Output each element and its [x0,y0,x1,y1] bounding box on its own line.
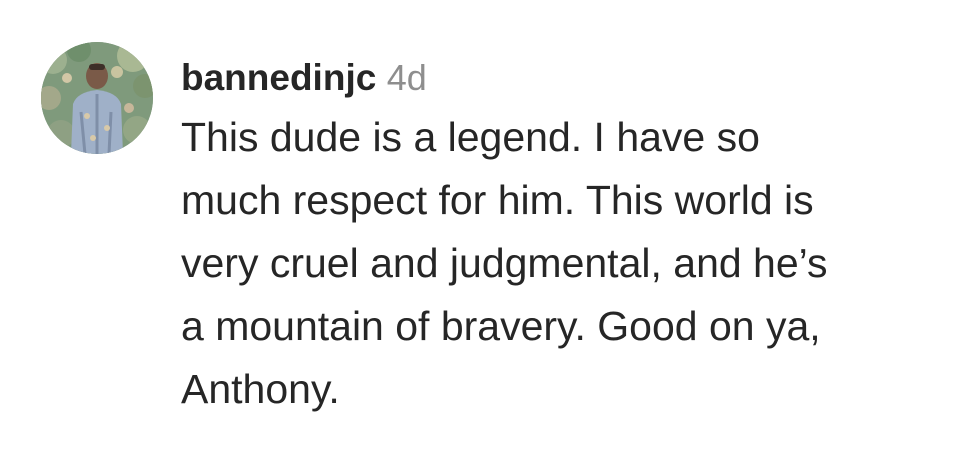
comment-header: bannedinjc 4d [181,52,971,104]
comment-text-line: This dude is a legend. I have so [181,114,760,160]
comment-item: bannedinjc 4d This dude is a legend. I h… [0,0,980,452]
comment-text: This dude is a legend. I have so much re… [181,106,971,421]
comment-timestamp[interactable]: 4d [387,57,427,98]
comment-text-line: Anthony. [181,366,340,412]
user-avatar-photo-icon [41,42,153,154]
comment-body: bannedinjc 4d This dude is a legend. I h… [181,52,971,421]
comment-text-line: a mountain of bravery. Good on ya, [181,303,821,349]
comment-text-line: very cruel and judgmental, and he’s [181,240,828,286]
comment-text-line: much respect for him. This world is [181,177,814,223]
avatar[interactable] [41,42,153,154]
username-link[interactable]: bannedinjc [181,57,376,98]
